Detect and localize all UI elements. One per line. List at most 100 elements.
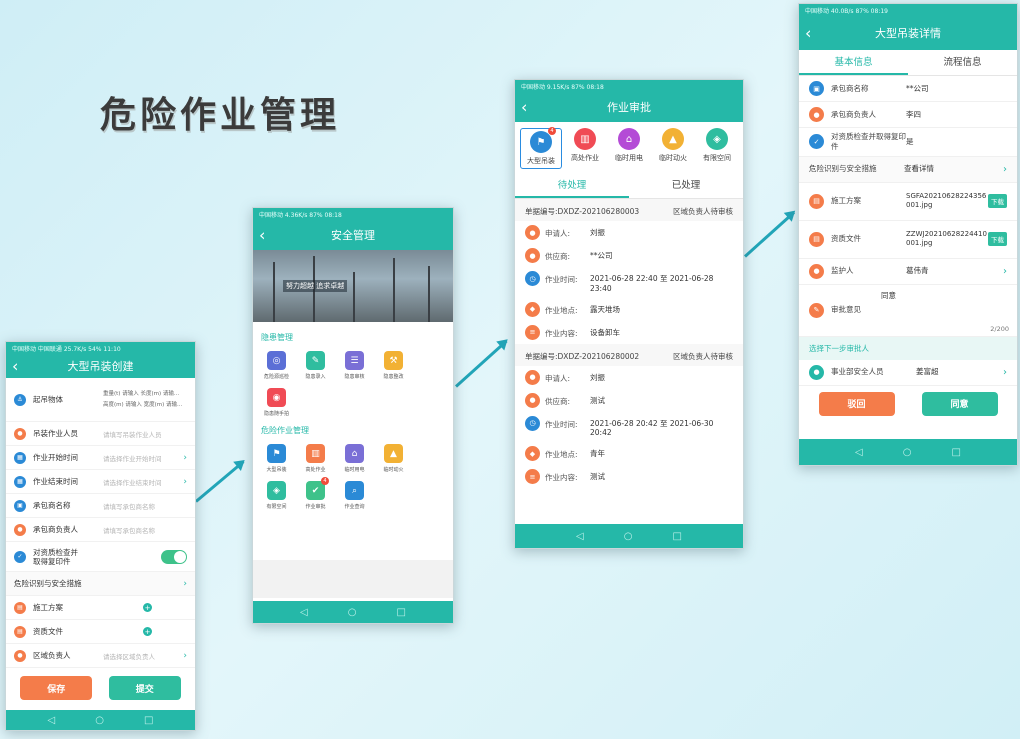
- download-button[interactable]: 下载: [988, 232, 1007, 246]
- nav-home-icon[interactable]: ○: [95, 715, 104, 726]
- back-icon[interactable]: ‹: [805, 24, 811, 43]
- reject-button[interactable]: 驳回: [818, 391, 895, 416]
- grid-item[interactable]: ▥ 高处作业: [299, 444, 332, 473]
- text-input[interactable]: 请选择作业结束时间: [103, 477, 183, 487]
- category-item[interactable]: ⌂ 临时用电: [608, 128, 650, 169]
- nav-home-icon[interactable]: ○: [624, 531, 633, 542]
- text-input[interactable]: 请填写吊装作业人员: [103, 429, 187, 439]
- download-button[interactable]: 下载: [988, 194, 1007, 208]
- select-input[interactable]: 请选择区域负责人: [103, 651, 183, 661]
- back-icon[interactable]: ‹: [521, 98, 527, 117]
- nav-back-icon[interactable]: ◁: [855, 447, 863, 458]
- grid-item[interactable]: ◉ 隐患随手拍: [260, 388, 293, 417]
- submit-button[interactable]: 提交: [108, 676, 181, 700]
- dimension-line-1[interactable]: 重量(t) 请输入 长度(m) 请输...: [103, 389, 182, 400]
- category-item[interactable]: ◈ 有限空间: [696, 128, 738, 169]
- qualification-toggle[interactable]: [161, 549, 187, 564]
- form-row[interactable]: ▣ 承包商名称 请填写承包商名称: [6, 494, 195, 518]
- tab-flow-info[interactable]: 流程信息: [908, 50, 1017, 75]
- file-label: 施工方案: [831, 196, 861, 206]
- field-value: 露天堆场: [590, 304, 620, 314]
- android-nav-bar: ◁ ○ □: [515, 524, 743, 548]
- radar-icon: ◎: [267, 351, 286, 370]
- opinion-input[interactable]: 同意: [881, 291, 1007, 301]
- nav-recent-icon[interactable]: □: [144, 715, 153, 726]
- save-button[interactable]: 保存: [20, 676, 93, 700]
- nav-home-icon[interactable]: ○: [348, 607, 357, 618]
- category-item[interactable]: ▥ 高处作业: [564, 128, 606, 169]
- field-label: 供应商:: [545, 396, 571, 406]
- dimension-line-2[interactable]: 高度(m) 请输入 宽度(m) 请输...: [103, 400, 182, 411]
- nav-home-icon[interactable]: ○: [903, 447, 912, 458]
- attachment-row[interactable]: ▤ 施工方案 +: [6, 596, 195, 620]
- form-row[interactable]: ▦ 作业开始时间 请选择作业开始时间 ›: [6, 446, 195, 470]
- form-row[interactable]: ✓ 对资质检查并取得复印件: [6, 542, 195, 572]
- grid-label: 大型吊装: [266, 467, 287, 473]
- text-input[interactable]: 请填写承包商名称: [103, 501, 187, 511]
- nav-back-icon[interactable]: ◁: [48, 715, 56, 726]
- person-icon: ●: [525, 369, 540, 385]
- ladder-icon: ▥: [306, 444, 325, 463]
- form-list: ⚓ 起吊物体 重量(t) 请输入 长度(m) 请输... 高度(m) 请输入 宽度(m…: [6, 378, 195, 572]
- space-icon: ◈: [267, 481, 286, 500]
- approver-row[interactable]: ● 事业部安全人员 姜富超 ›: [799, 360, 1017, 386]
- tab-pending[interactable]: 待处理: [515, 173, 629, 198]
- guardian-row[interactable]: ● 监护人 葛伟青 ›: [799, 259, 1017, 285]
- bill-field: ● 供应商: **公司: [515, 244, 743, 267]
- category-item[interactable]: ▲ 临时动火: [652, 128, 694, 169]
- add-icon[interactable]: +: [143, 603, 152, 612]
- form-label: 施工方案: [33, 603, 63, 612]
- risk-measures-row[interactable]: 危险识别与安全措施 ›: [6, 572, 195, 596]
- bill-field: ◷ 作业时间: 2021-06-28 20:42 至 2021-06-30 20:4…: [515, 412, 743, 443]
- grid-item[interactable]: ⌕ 作业查询: [338, 481, 371, 510]
- category-item[interactable]: ⚑ 4 大型吊装: [520, 127, 562, 169]
- add-icon[interactable]: +: [143, 627, 152, 636]
- grid-item[interactable]: ☰ 隐患审核: [338, 351, 371, 380]
- nav-back-icon[interactable]: ◁: [300, 607, 308, 618]
- grid-item[interactable]: ✔ 4 作业审批: [299, 477, 332, 510]
- query-icon: ⌕: [345, 481, 364, 500]
- opinion-row: ✎ 审批意见 同意 2/200: [799, 285, 1017, 337]
- char-counter: 2/200: [990, 324, 1009, 333]
- grid-label: 作业审批: [305, 504, 326, 510]
- bill-card[interactable]: 单据编号:DXDZ-202106280003 区域负责人待审核 ● 申请人: 刘振 ● 供应…: [515, 199, 743, 344]
- grid-item[interactable]: ✎ 隐患录入: [299, 351, 332, 380]
- bill-field: ◆ 作业地点: 青年: [515, 442, 743, 465]
- grid-item[interactable]: ◎ 危险源巡检: [260, 351, 293, 380]
- grid-item[interactable]: ⚒ 隐患整改: [377, 351, 410, 380]
- camera-icon: ◉: [267, 388, 286, 407]
- back-icon[interactable]: ‹: [12, 357, 18, 376]
- grid-item[interactable]: ⚑ 大型吊装: [260, 444, 293, 473]
- form-row[interactable]: ● 吊装作业人员 请填写吊装作业人员: [6, 422, 195, 446]
- form-row[interactable]: ● 承包商负责人 请填写承包商名称: [6, 518, 195, 542]
- grid-item[interactable]: ⌂ 临时用电: [338, 444, 371, 473]
- attachment-row[interactable]: ● 区域负责人 请选择区域负责人 ›: [6, 644, 195, 668]
- agree-button[interactable]: 同意: [921, 391, 998, 416]
- bill-field: ● 供应商: 测试: [515, 389, 743, 412]
- attachment-row[interactable]: ▤ 资质文件 +: [6, 620, 195, 644]
- nav-recent-icon[interactable]: □: [672, 531, 681, 542]
- form-label: 区域负责人: [33, 651, 71, 660]
- detail-label: 承包商名称: [831, 83, 869, 93]
- risk-measures-row[interactable]: 危险识别与安全措施 查看详情 ›: [799, 156, 1017, 183]
- space-icon: ◈: [706, 128, 728, 150]
- chevron-right-icon: ›: [183, 476, 187, 487]
- grid-item[interactable]: ◈ 有限空间: [260, 481, 293, 510]
- tab-basic-info[interactable]: 基本信息: [799, 50, 908, 75]
- text-input[interactable]: 请选择作业开始时间: [103, 453, 183, 463]
- nav-recent-icon[interactable]: □: [396, 607, 405, 618]
- text-input[interactable]: 请填写承包商名称: [103, 525, 187, 535]
- bill-card[interactable]: 单据编号:DXDZ-202106280002 区域负责人待审核 ● 申请人: 刘振 ● 供应…: [515, 343, 743, 489]
- tab-done[interactable]: 已处理: [629, 173, 743, 198]
- nav-back-icon[interactable]: ◁: [576, 531, 584, 542]
- person-icon: ●: [525, 392, 540, 408]
- grid-item[interactable]: ▲ 临时动火: [377, 444, 410, 473]
- back-icon[interactable]: ‹: [259, 226, 265, 245]
- form-row[interactable]: ▦ 作业结束时间 请选择作业结束时间 ›: [6, 470, 195, 494]
- nav-recent-icon[interactable]: □: [951, 447, 960, 458]
- person-icon: ●: [14, 649, 26, 662]
- banner-image: 努力超越 追求卓越: [253, 250, 453, 322]
- form-row[interactable]: ⚓ 起吊物体 重量(t) 请输入 长度(m) 请输... 高度(m) 请输入 宽度(m…: [6, 378, 195, 422]
- building-icon: ▣: [809, 81, 824, 96]
- person-icon: ●: [14, 427, 26, 440]
